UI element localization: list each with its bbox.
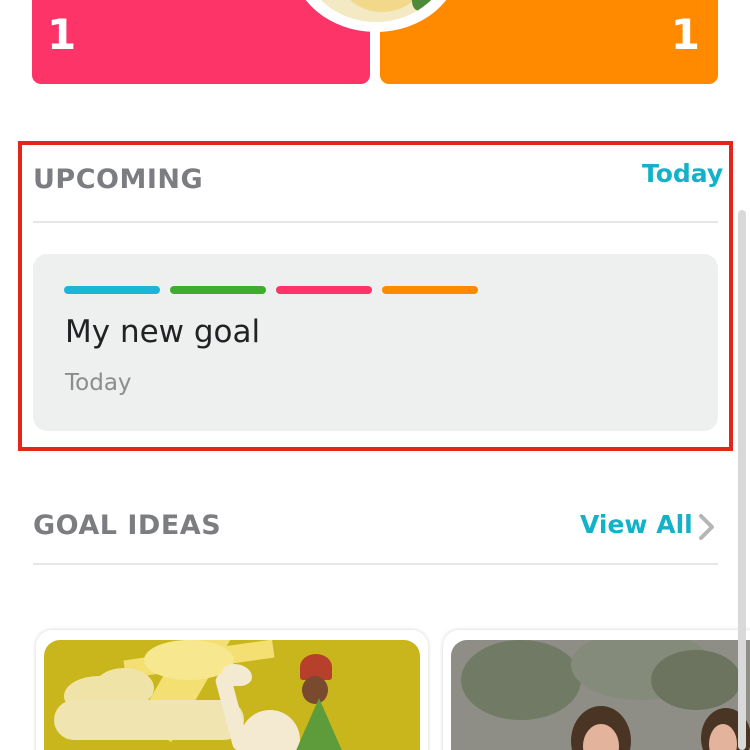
chevron-right-icon[interactable] xyxy=(696,512,718,542)
stripe-orange xyxy=(382,286,478,294)
stat-value-left: 1 xyxy=(47,10,77,59)
goal-date: Today xyxy=(65,370,132,396)
goal-idea-card[interactable] xyxy=(36,630,428,750)
upcoming-title: UPCOMING xyxy=(33,164,204,195)
goal-card[interactable]: My new goal Today xyxy=(33,254,718,431)
goal-ideas-title: GOAL IDEAS xyxy=(33,510,222,541)
goal-idea-image xyxy=(44,640,420,750)
goal-color-stripes xyxy=(64,286,478,294)
goal-idea-card[interactable] xyxy=(443,630,750,750)
stripe-pink xyxy=(276,286,372,294)
view-all-link[interactable]: View All xyxy=(580,510,693,539)
goal-idea-image xyxy=(451,640,750,750)
goal-title: My new goal xyxy=(65,314,261,350)
stat-value-right: 1 xyxy=(670,10,700,59)
stripe-cyan xyxy=(64,286,160,294)
upcoming-today-link[interactable]: Today xyxy=(642,159,723,188)
stripe-green xyxy=(170,286,266,294)
screen: 1 1 UPCOMING Today My new goal Today GOA… xyxy=(0,0,750,750)
goal-ideas-divider xyxy=(33,563,718,565)
scrollbar[interactable] xyxy=(738,210,746,750)
upcoming-divider xyxy=(33,221,718,223)
